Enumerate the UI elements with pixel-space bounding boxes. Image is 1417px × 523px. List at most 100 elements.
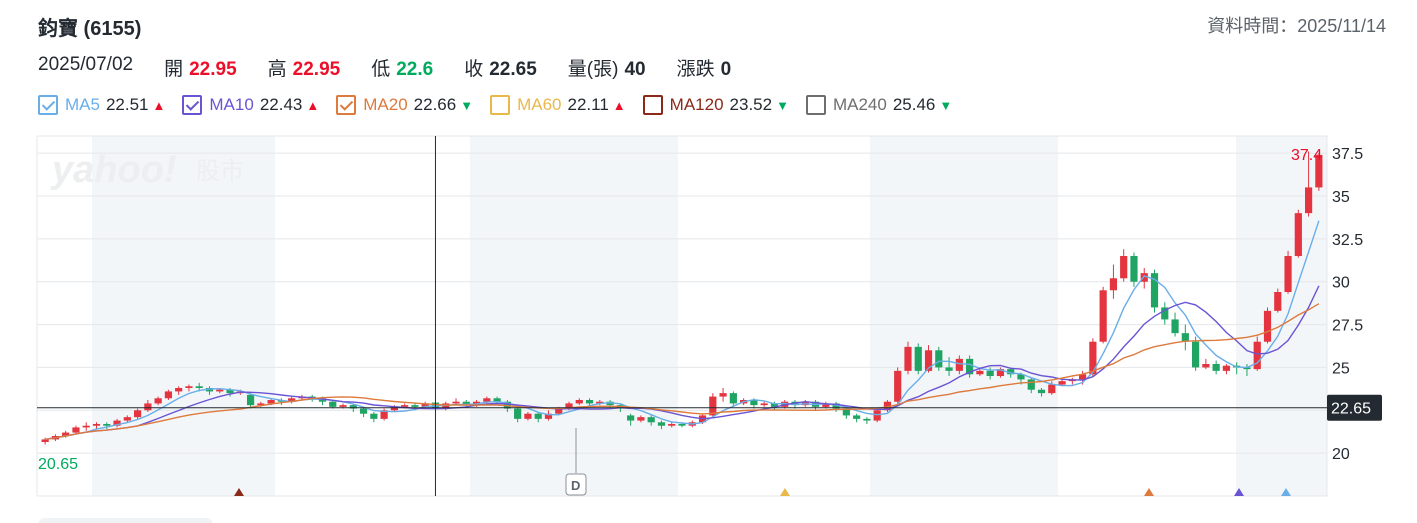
y-tick-label: 35 — [1332, 189, 1350, 206]
dividend-marker-label: D — [571, 478, 580, 493]
high-value: 22.95 — [292, 59, 341, 80]
ohlc-high: 高 22.95 — [267, 59, 341, 80]
checkbox-checked-icon[interactable] — [38, 95, 58, 115]
candle — [873, 410, 881, 421]
candle — [1253, 341, 1261, 370]
candle — [514, 408, 522, 419]
checkbox-checked-icon[interactable] — [182, 95, 203, 115]
yahoo-logo: yahoo! — [50, 149, 177, 191]
y-tick-label: 30 — [1332, 275, 1350, 292]
legend-value: 25.46 — [892, 95, 936, 114]
candle — [1120, 256, 1128, 279]
candle — [637, 417, 645, 421]
candle — [894, 370, 902, 402]
arrow-up-icon: ▲ — [152, 97, 166, 113]
candlestick-chart[interactable]: 2022.52527.53032.53537.5yahoo!股市22.6537.… — [0, 130, 1417, 523]
legend-ma10[interactable]: MA10 22.43 ▲ — [182, 95, 319, 115]
candle — [483, 398, 491, 402]
candle — [1089, 341, 1097, 375]
range-selector[interactable] — [38, 518, 213, 523]
candle — [339, 405, 347, 407]
change-value: 0 — [720, 59, 732, 80]
signal-triangle-icon — [1144, 488, 1154, 496]
candle — [863, 418, 871, 421]
volume-value: 40 — [624, 59, 646, 80]
candle — [534, 413, 542, 419]
candle — [133, 410, 142, 418]
candle — [1171, 319, 1179, 334]
legend-name: MA20 — [363, 95, 408, 114]
y-tick-label: 25 — [1332, 360, 1350, 377]
legend-value: 22.66 — [413, 95, 457, 114]
candle — [1263, 310, 1272, 342]
candle — [585, 400, 594, 404]
candle — [359, 408, 368, 414]
candle — [103, 424, 111, 426]
arrow-down-icon: ▼ — [460, 97, 474, 113]
month-band — [1236, 136, 1327, 496]
legend-ma5[interactable]: MA5 22.51 ▲ — [38, 95, 165, 115]
legend-name: MA60 — [517, 95, 562, 114]
candle — [1099, 290, 1107, 342]
candle — [1037, 389, 1046, 394]
candle — [627, 415, 635, 421]
close-value: 22.65 — [489, 59, 537, 80]
month-band — [870, 136, 1058, 496]
max-price-label: 37.4 — [1291, 147, 1322, 164]
arrow-down-icon: ▼ — [939, 97, 953, 113]
legend-name: MA240 — [832, 95, 887, 114]
candle — [216, 389, 224, 392]
candle — [1222, 365, 1231, 371]
legend-value: 22.11 — [567, 95, 609, 114]
candle — [164, 391, 172, 399]
candle — [452, 401, 460, 404]
checkbox-empty-icon[interactable] — [805, 95, 826, 115]
legend-value: 22.51 — [105, 95, 149, 114]
candle — [1304, 187, 1313, 214]
candle — [986, 370, 994, 376]
legend-value: 22.43 — [259, 95, 303, 114]
legend-ma120[interactable]: MA120 23.52 ▼ — [642, 95, 789, 115]
checkbox-empty-icon[interactable] — [642, 95, 663, 115]
candle — [154, 398, 162, 404]
candle — [1294, 213, 1302, 256]
candle — [719, 393, 727, 397]
ohlc-close: 收 22.65 — [464, 59, 537, 80]
legend-name: MA10 — [209, 95, 254, 114]
ma-legend: MA5 22.51 ▲ MA10 22.43 ▲ MA20 22.66 ▼ MA60 22.11 ▲ M… — [38, 95, 969, 115]
candle — [1202, 364, 1210, 368]
watermark-suffix: 股市 — [196, 157, 244, 185]
legend-ma240[interactable]: MA240 25.46 ▼ — [805, 95, 953, 115]
y-tick-label: 27.5 — [1332, 318, 1363, 335]
candle — [1284, 256, 1292, 292]
candle — [914, 346, 922, 371]
candle — [1212, 364, 1220, 371]
candle — [668, 424, 676, 426]
candle — [267, 400, 275, 404]
low-value: 22.6 — [396, 59, 434, 80]
min-price-label: 20.65 — [38, 456, 78, 473]
crosshair-value: 22.65 — [1331, 401, 1371, 418]
candle — [955, 358, 963, 371]
ohlc-low: 低 22.6 — [371, 59, 434, 80]
checkbox-empty-icon[interactable] — [490, 95, 511, 115]
legend-name: MA120 — [669, 95, 724, 114]
candle — [904, 346, 912, 371]
open-value: 22.95 — [189, 59, 237, 80]
candle — [935, 350, 943, 368]
candle — [657, 422, 666, 426]
candle — [123, 417, 131, 421]
candle — [144, 403, 152, 411]
candle — [82, 425, 90, 428]
candle — [853, 415, 861, 419]
candle — [72, 427, 80, 433]
legend-ma20[interactable]: MA20 22.66 ▼ — [336, 95, 473, 115]
candle — [729, 393, 737, 404]
candle — [1058, 381, 1066, 385]
ohlc-volume: 量(張) 40 — [567, 59, 646, 80]
data-timestamp: 資料時間：2025/11/14 — [1207, 16, 1386, 36]
candle — [1192, 341, 1200, 368]
checkbox-checked-icon[interactable] — [336, 95, 357, 115]
legend-ma60[interactable]: MA60 22.11 ▲ — [490, 95, 626, 115]
candle — [1109, 278, 1118, 291]
